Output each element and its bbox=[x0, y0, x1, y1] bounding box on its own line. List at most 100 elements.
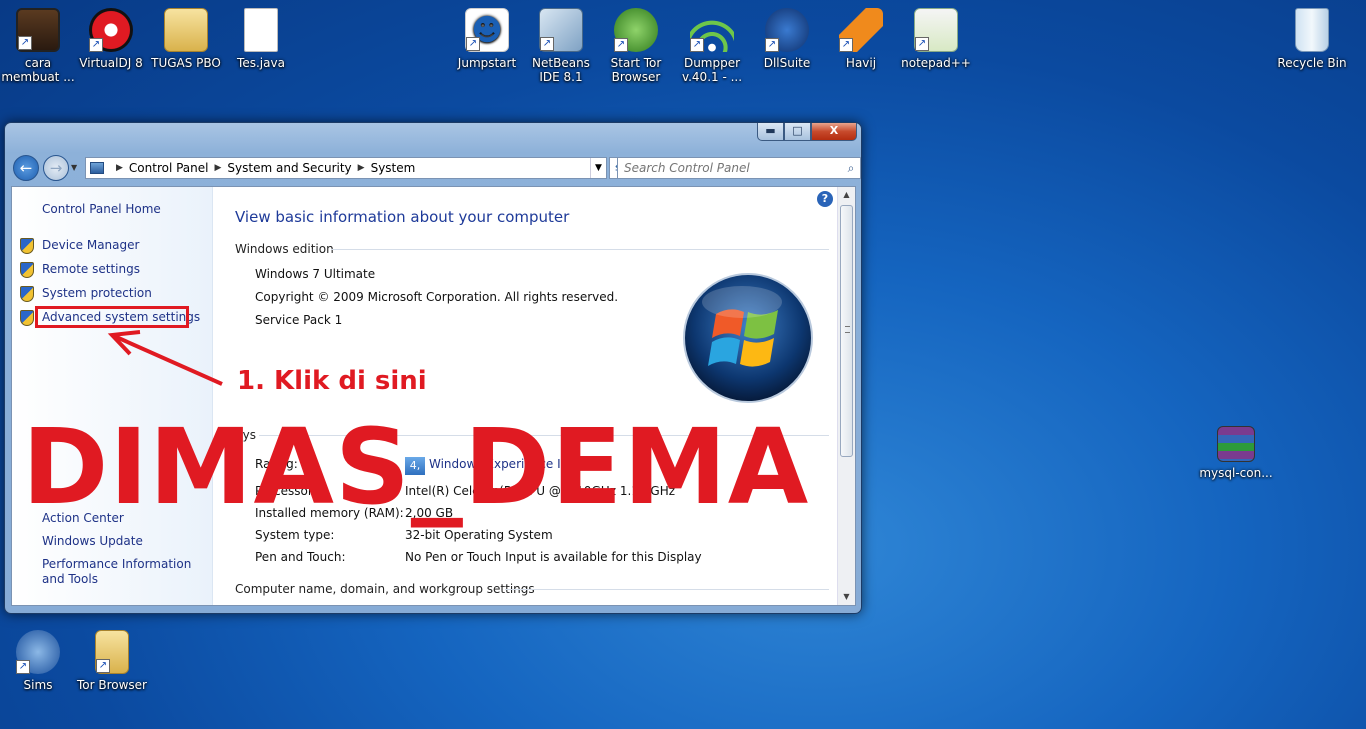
minimize-button[interactable]: ▬ bbox=[757, 123, 784, 141]
desktop-icon-label: Sims bbox=[23, 678, 53, 692]
chevron-right-icon[interactable]: ▶ bbox=[116, 163, 123, 173]
windows-logo-icon bbox=[683, 273, 813, 403]
sidebar-item-control-panel-home[interactable]: Control Panel Home bbox=[42, 202, 161, 217]
desktop-icon-label: notepad++ bbox=[901, 56, 971, 70]
windows-edition-label: Windows edition bbox=[235, 242, 334, 256]
desktop-icon-jumpstart[interactable]: ☻ ↗ Jumpstart bbox=[449, 8, 525, 70]
notepadpp-icon: ↗ bbox=[914, 8, 958, 52]
desktop-icon-label: Havij bbox=[845, 56, 877, 70]
desktop-icon-label: NetBeans IDE 8.1 bbox=[532, 56, 590, 84]
copyright-text: Copyright © 2009 Microsoft Corporation. … bbox=[255, 290, 619, 304]
recycle-bin-icon bbox=[1295, 8, 1329, 52]
tor-globe-icon: ↗ bbox=[614, 8, 658, 52]
desktop-icon-label: DllSuite bbox=[763, 56, 811, 70]
folder-icon bbox=[164, 8, 208, 52]
highlight-box bbox=[35, 306, 189, 328]
shield-icon bbox=[20, 310, 34, 326]
address-dropdown-icon[interactable]: ▼ bbox=[590, 158, 606, 178]
shield-icon bbox=[20, 262, 34, 278]
dllsuite-icon: ↗ bbox=[765, 8, 809, 52]
search-box[interactable]: ⌕ bbox=[617, 157, 861, 179]
netbeans-icon: ↗ bbox=[539, 8, 583, 52]
breadcrumb-control-panel[interactable]: Control Panel bbox=[129, 161, 209, 175]
edition-value: Windows 7 Ultimate bbox=[255, 267, 376, 281]
desktop-icon-sims[interactable]: ↗ Sims bbox=[0, 630, 76, 692]
desktop-icon-label: Dumpper v.40.1 - ... bbox=[681, 56, 743, 84]
desktop-icon-start-tor[interactable]: ↗ Start Tor Browser bbox=[598, 8, 674, 84]
pen-touch-label: Pen and Touch: bbox=[255, 550, 346, 564]
wifi-shield-icon: ↗ bbox=[690, 8, 734, 52]
desktop-icon-label: Start Tor Browser bbox=[610, 56, 662, 84]
vertical-scrollbar[interactable]: ▲ ▼ bbox=[837, 187, 855, 605]
desktop-icon-label: Tes.java bbox=[237, 56, 285, 70]
desktop-icon-mysql[interactable]: mysql-con... bbox=[1198, 426, 1274, 480]
desktop-icon-virtualdj[interactable]: ↗ VirtualDJ 8 bbox=[73, 8, 149, 70]
close-button[interactable]: X bbox=[811, 123, 857, 141]
virtualdj-icon: ↗ bbox=[89, 8, 133, 52]
scroll-down-icon[interactable]: ▼ bbox=[838, 589, 855, 605]
address-bar-row: ← → ▼ ▶ Control Panel ▶ System and Secur… bbox=[13, 155, 861, 181]
desktop-icon-label: VirtualDJ 8 bbox=[79, 56, 143, 70]
winrar-archive-icon bbox=[1217, 426, 1255, 462]
breadcrumb-system[interactable]: System bbox=[371, 161, 416, 175]
sidebar-item-windows-update[interactable]: Windows Update bbox=[42, 534, 143, 549]
desktop-icon-tor-browser[interactable]: ↗ Tor Browser bbox=[74, 630, 150, 692]
sidebar-item-device-manager[interactable]: Device Manager bbox=[42, 238, 139, 253]
window-client-area: Control Panel Home Device Manager Remote… bbox=[11, 186, 856, 606]
jumpstart-icon: ☻ ↗ bbox=[465, 8, 509, 52]
desktop-icon-tugas-pbo[interactable]: TUGAS PBO bbox=[148, 8, 224, 70]
search-input[interactable] bbox=[618, 161, 842, 175]
desktop-icon-label: cara membuat ... bbox=[1, 56, 75, 84]
control-panel-icon bbox=[90, 162, 104, 174]
back-button[interactable]: ← bbox=[13, 155, 39, 181]
watermark-text: DIMAS_DEMA bbox=[22, 406, 810, 528]
video-file-icon: ↗ bbox=[16, 8, 60, 52]
desktop-icon-tes-java[interactable]: Tes.java bbox=[223, 8, 299, 70]
annotation-text: 1. Klik di sini bbox=[237, 366, 427, 396]
scroll-up-icon[interactable]: ▲ bbox=[838, 187, 855, 203]
desktop-icon-dllsuite[interactable]: ↗ DllSuite bbox=[749, 8, 825, 70]
havij-icon: ↗ bbox=[839, 8, 883, 52]
sidebar-item-performance-information[interactable]: Performance Information and Tools bbox=[42, 557, 207, 587]
sidebar-item-system-protection[interactable]: System protection bbox=[42, 286, 152, 301]
desktop-icon-netbeans[interactable]: ↗ NetBeans IDE 8.1 bbox=[523, 8, 599, 84]
scroll-thumb[interactable] bbox=[840, 205, 853, 457]
main-content: ? View basic information about your comp… bbox=[213, 187, 837, 605]
desktop-icon-recycle-bin[interactable]: Recycle Bin bbox=[1274, 8, 1350, 70]
help-icon[interactable]: ? bbox=[817, 191, 833, 207]
divider bbox=[331, 249, 829, 250]
system-type-value: 32-bit Operating System bbox=[405, 528, 553, 542]
maximize-button[interactable]: □ bbox=[784, 123, 811, 141]
desktop-icon-label: mysql-con... bbox=[1199, 466, 1273, 480]
desktop-icon-dumpper[interactable]: ↗ Dumpper v.40.1 - ... bbox=[674, 8, 750, 84]
search-icon[interactable]: ⌕ bbox=[842, 161, 860, 176]
desktop-icon-label: Recycle Bin bbox=[1277, 56, 1347, 70]
document-icon bbox=[244, 8, 278, 52]
window-controls: ▬ □ X bbox=[757, 123, 857, 141]
folder-icon: ↗ bbox=[95, 630, 129, 674]
chevron-right-icon[interactable]: ▶ bbox=[215, 163, 222, 173]
sidebar-item-remote-settings[interactable]: Remote settings bbox=[42, 262, 140, 277]
desktop-icon-label: Jumpstart bbox=[457, 56, 517, 70]
chevron-right-icon[interactable]: ▶ bbox=[358, 163, 365, 173]
service-pack-value: Service Pack 1 bbox=[255, 313, 343, 327]
system-type-label: System type: bbox=[255, 528, 335, 542]
recent-pages-dropdown-icon[interactable]: ▼ bbox=[71, 163, 77, 172]
desktop-icon-notepadpp[interactable]: ↗ notepad++ bbox=[898, 8, 974, 70]
desktop-icon-label: Tor Browser bbox=[76, 678, 147, 692]
desktop-icon-cara-membuat[interactable]: ↗ cara membuat ... bbox=[0, 8, 76, 84]
red-arrow-icon bbox=[107, 330, 223, 386]
sidebar: Control Panel Home Device Manager Remote… bbox=[12, 187, 213, 605]
forward-button[interactable]: → bbox=[43, 155, 69, 181]
pen-touch-value: No Pen or Touch Input is available for t… bbox=[405, 550, 702, 564]
breadcrumb[interactable]: ▶ Control Panel ▶ System and Security ▶ … bbox=[85, 157, 607, 179]
page-title: View basic information about your comput… bbox=[235, 208, 570, 226]
breadcrumb-system-and-security[interactable]: System and Security bbox=[227, 161, 351, 175]
shield-icon bbox=[20, 286, 34, 302]
desktop-icon-havij[interactable]: ↗ Havij bbox=[823, 8, 899, 70]
desktop-icon-label: TUGAS PBO bbox=[151, 56, 221, 70]
divider bbox=[505, 589, 829, 590]
computer-name-section-label: Computer name, domain, and workgroup set… bbox=[235, 582, 535, 596]
sims-icon: ↗ bbox=[16, 630, 60, 674]
shield-icon bbox=[20, 238, 34, 254]
